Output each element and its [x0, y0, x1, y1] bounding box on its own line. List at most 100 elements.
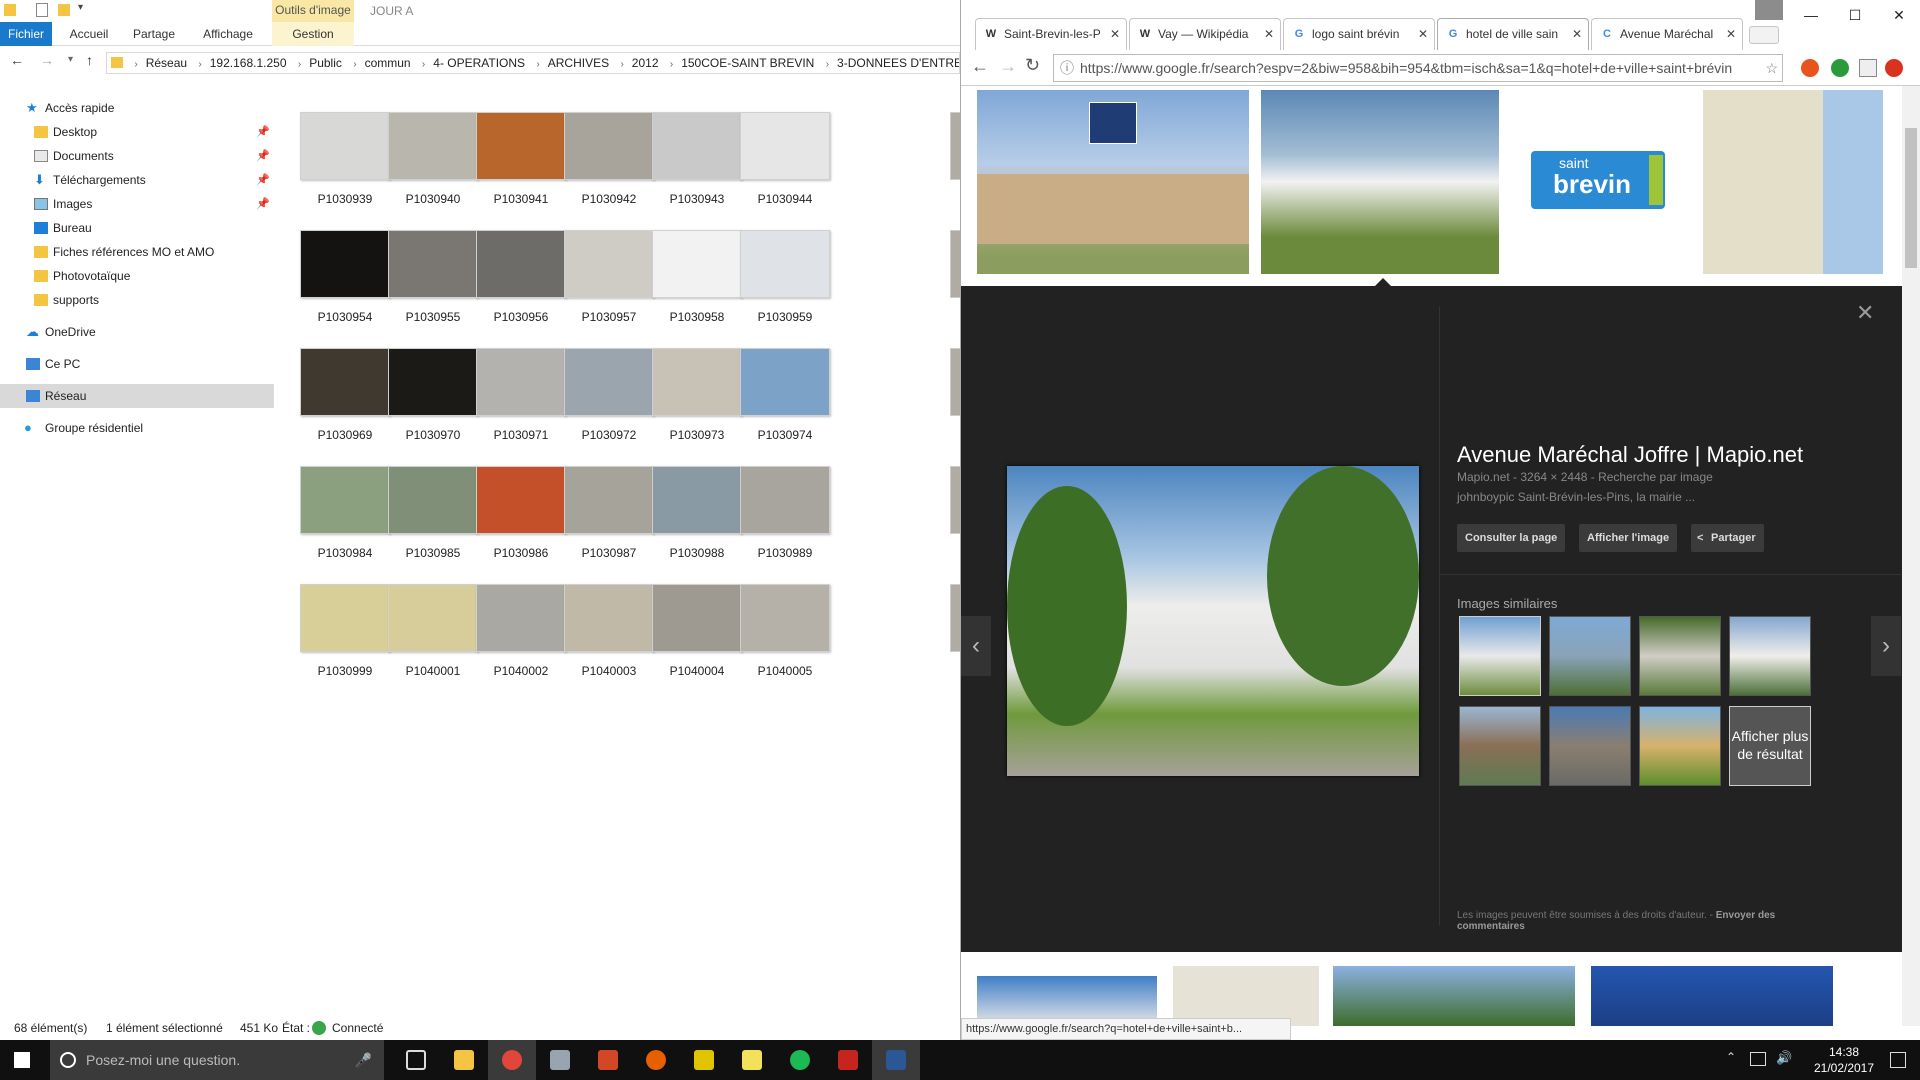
breadcrumb-item[interactable]: Public — [305, 53, 346, 73]
saint-brevin-logo[interactable]: saint brevin — [1531, 151, 1665, 209]
browser-tab[interactable]: W Vay — Wikipédia ✕ — [1129, 18, 1281, 50]
result-thumbnail[interactable] — [1261, 90, 1499, 274]
file-thumbnail[interactable]: P1040005 — [730, 584, 836, 690]
notifications-icon[interactable] — [1890, 1052, 1906, 1068]
tray-expand-icon[interactable]: ⌃ — [1726, 1050, 1736, 1064]
file-thumbnail[interactable]: P1030974 — [730, 348, 836, 454]
clock[interactable]: 14:38 21/02/2017 — [1804, 1044, 1884, 1076]
breadcrumb-item[interactable]: 192.168.1.250 — [206, 53, 291, 73]
result-thumbnail[interactable] — [977, 90, 1249, 274]
powerpoint-taskbar-icon[interactable] — [584, 1040, 632, 1080]
nav-item-fiches[interactable]: Fiches références MO et AMO — [0, 240, 274, 264]
file-thumbnail[interactable]: P1030944 — [730, 112, 836, 218]
file-thumbnail-partial[interactable] — [950, 112, 960, 180]
spotify-taskbar-icon[interactable] — [776, 1040, 824, 1080]
pin-icon[interactable]: 📌 — [256, 168, 270, 192]
breadcrumb-item[interactable]: commun — [361, 53, 415, 73]
breadcrumb-item[interactable]: ARCHIVES — [544, 53, 613, 73]
close-tab-icon[interactable]: ✕ — [1726, 19, 1736, 49]
url-input[interactable]: ⓘ https://www.google.fr/search?espv=2&bi… — [1053, 54, 1783, 82]
forward-arrow-icon[interactable]: → — [40, 52, 54, 68]
file-thumbnail[interactable]: P1030989 — [730, 466, 836, 572]
nav-item-documents[interactable]: Documents 📌 — [0, 144, 274, 168]
breadcrumb[interactable]: › Réseau › 192.168.1.250 › Public › commun ›… — [106, 52, 960, 74]
tab-gestion[interactable]: Gestion — [272, 22, 354, 46]
tab-fichier[interactable]: Fichier — [0, 22, 52, 46]
nav-item-ce-pc[interactable]: Ce PC — [0, 352, 274, 376]
more-results-button[interactable]: Afficher plus de résultat — [1729, 706, 1811, 786]
back-arrow-icon[interactable]: ← — [971, 56, 989, 77]
folder-icon[interactable] — [4, 4, 16, 16]
browser-tab-active[interactable]: Ghotel de ville sain ✕ — [1437, 18, 1589, 50]
file-explorer-taskbar-icon[interactable] — [440, 1040, 488, 1080]
extension-icon[interactable] — [1859, 59, 1877, 77]
bookmark-star-icon[interactable]: ☆ — [1765, 55, 1778, 81]
up-arrow-icon[interactable]: ↑ — [86, 52, 93, 68]
qat-dropdown-icon[interactable]: ▾ — [78, 2, 83, 13]
sticky-notes-taskbar-icon[interactable] — [728, 1040, 776, 1080]
similar-image[interactable] — [1549, 706, 1631, 786]
similar-image[interactable] — [1459, 706, 1541, 786]
tab-partage[interactable]: Partage — [124, 22, 184, 46]
firefox-taskbar-icon[interactable] — [632, 1040, 680, 1080]
nav-item-images[interactable]: Images 📌 — [0, 192, 274, 216]
new-folder-icon[interactable] — [58, 4, 70, 16]
result-thumbnail[interactable] — [1591, 966, 1833, 1026]
breadcrumb-item[interactable]: 3-DONNEES D'ENTREE — [833, 53, 959, 73]
menu-icon[interactable] — [1885, 59, 1903, 77]
pin-icon[interactable]: 📌 — [256, 192, 270, 216]
pin-icon[interactable]: 📌 — [256, 120, 270, 144]
nav-item-telechargements[interactable]: ⬇ Téléchargements 📌 — [0, 168, 274, 192]
breadcrumb-item[interactable]: 150COE-SAINT BREVIN — [677, 53, 818, 73]
close-panel-icon[interactable]: ✕ — [1856, 300, 1874, 326]
close-tab-icon[interactable]: ✕ — [1418, 19, 1428, 49]
minimize-button[interactable]: — — [1789, 0, 1833, 30]
panel-title[interactable]: Avenue Maréchal Joffre | Mapio.net — [1457, 442, 1803, 468]
main-preview-image[interactable] — [1007, 466, 1419, 776]
task-view-icon[interactable] — [392, 1040, 440, 1080]
browser-tab[interactable]: W Saint-Brevin-les-P ✕ — [975, 18, 1127, 50]
word-taskbar-icon[interactable] — [872, 1040, 920, 1080]
file-thumbnail[interactable]: P1030959 — [730, 230, 836, 336]
recent-dropdown-icon[interactable]: ▾ — [68, 54, 73, 65]
close-tab-icon[interactable]: ✕ — [1572, 19, 1582, 49]
tab-accueil[interactable]: Accueil — [62, 22, 116, 46]
visit-page-button[interactable]: Consulter la page — [1457, 524, 1566, 552]
file-thumbnail-partial[interactable] — [950, 466, 960, 534]
file-thumbnail-partial[interactable] — [950, 584, 960, 652]
maximize-button[interactable]: ☐ — [1833, 0, 1877, 30]
breadcrumb-item[interactable]: Réseau — [142, 53, 191, 73]
tab-affichage[interactable]: Affichage — [194, 22, 262, 46]
nav-item-reseau[interactable]: Réseau — [0, 384, 274, 408]
next-image-button[interactable]: › — [1871, 616, 1901, 676]
nav-item-acces-rapide[interactable]: ★ Accès rapide — [0, 96, 274, 120]
share-button[interactable]: < Partager — [1691, 524, 1764, 552]
similar-image[interactable] — [1639, 616, 1721, 696]
nav-item-desktop[interactable]: Desktop 📌 — [0, 120, 274, 144]
nav-item-supports[interactable]: supports — [0, 288, 274, 312]
file-thumbnail-partial[interactable] — [950, 348, 960, 416]
view-image-button[interactable]: Afficher l'image — [1579, 524, 1678, 552]
nav-item-bureau[interactable]: Bureau — [0, 216, 274, 240]
close-window-button[interactable]: ✕ — [1877, 0, 1920, 30]
cortana-search-input[interactable]: Posez-moi une question. 🎤 — [50, 1040, 384, 1080]
breadcrumb-item[interactable]: 4- OPERATIONS — [429, 53, 529, 73]
similar-image[interactable] — [1549, 616, 1631, 696]
result-thumbnail-map[interactable] — [1173, 966, 1319, 1026]
extension-icon[interactable] — [1831, 59, 1849, 77]
scrollbar[interactable] — [1902, 86, 1920, 1026]
new-tab-button[interactable] — [1749, 26, 1779, 44]
previous-image-button[interactable]: ‹ — [961, 616, 991, 676]
extension-icon[interactable] — [1801, 59, 1819, 77]
forward-arrow-icon[interactable]: → — [999, 56, 1017, 77]
similar-image[interactable] — [1639, 706, 1721, 786]
similar-image[interactable] — [1459, 616, 1541, 696]
nav-item-groupe-residentiel[interactable]: ● Groupe résidentiel — [0, 416, 274, 440]
windows-start-icon[interactable] — [14, 1052, 30, 1068]
properties-icon[interactable] — [36, 3, 48, 17]
app-taskbar-icon[interactable] — [536, 1040, 584, 1080]
scrollbar-thumb[interactable] — [1905, 128, 1917, 268]
acrobat-taskbar-icon[interactable] — [824, 1040, 872, 1080]
result-thumbnail[interactable] — [1333, 966, 1575, 1026]
nav-item-photovotaique[interactable]: Photovotaïque — [0, 264, 274, 288]
